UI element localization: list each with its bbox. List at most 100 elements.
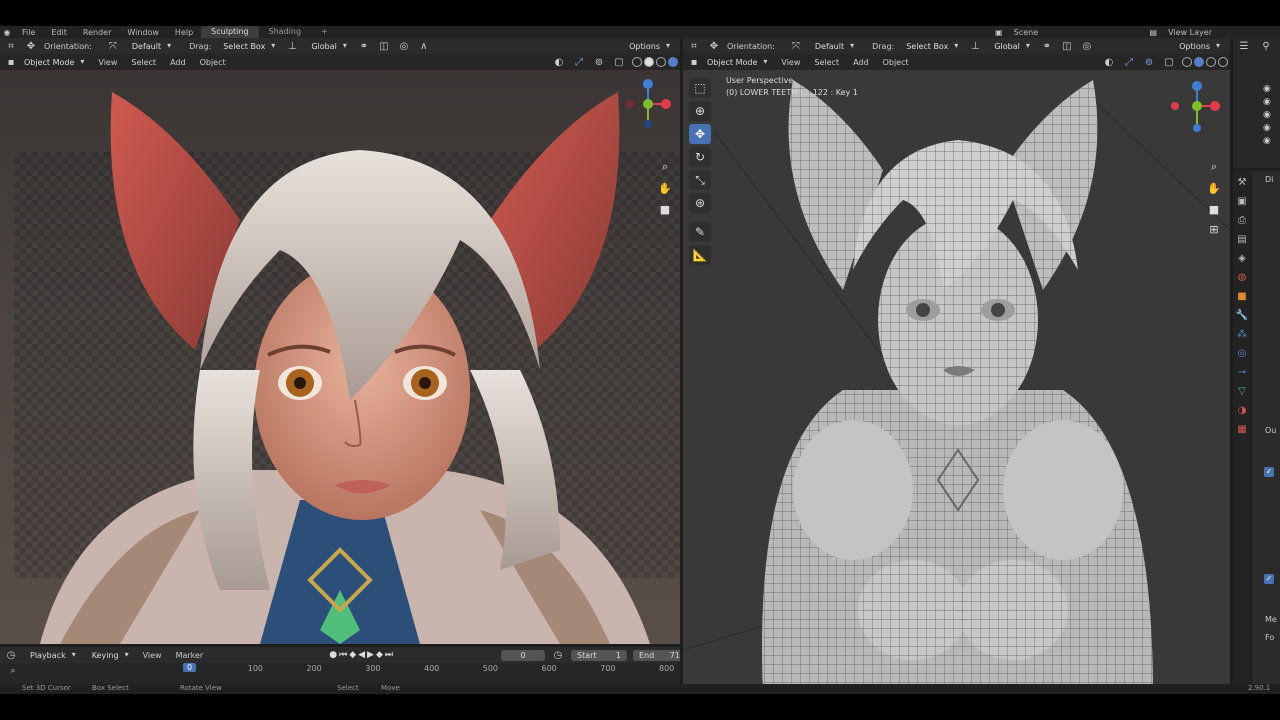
outliner-editor-icon[interactable]: ☰ xyxy=(1237,40,1251,52)
falloff-icon[interactable]: ∧ xyxy=(417,40,431,52)
pan-hand-icon[interactable]: ✋ xyxy=(657,180,673,196)
material-shading-icon[interactable] xyxy=(656,57,666,67)
tool-tab-icon[interactable]: ⚒ xyxy=(1235,175,1249,189)
measure-tool-icon[interactable]: 📐 xyxy=(689,245,711,265)
snap-icon[interactable]: ◫ xyxy=(377,40,391,52)
timeline-search-icon[interactable]: ⌕ xyxy=(6,665,20,677)
navigation-gizmo-left[interactable] xyxy=(618,74,678,134)
orientation-dropdown[interactable]: Default xyxy=(126,41,175,52)
visibility-eye-icon[interactable]: ◉ xyxy=(1263,110,1273,120)
property-checkbox[interactable]: ✓ xyxy=(1264,467,1274,477)
start-frame-field[interactable]: Start 1 xyxy=(570,649,627,661)
wireframe-shading-icon[interactable] xyxy=(632,57,642,67)
blender-logo-icon[interactable]: ◉ xyxy=(0,26,14,38)
solid-shading-icon-right[interactable] xyxy=(1194,57,1204,67)
xray-icon-right[interactable]: ▢ xyxy=(1162,56,1176,68)
timeline-marker-menu[interactable]: Marker xyxy=(172,650,208,661)
drag-dropdown[interactable]: Select Box xyxy=(217,41,279,52)
menu-add[interactable]: Add xyxy=(166,57,190,68)
timeline-view-menu[interactable]: View xyxy=(139,650,166,661)
move-tool-button-icon[interactable]: ✥ xyxy=(689,124,711,144)
record-icon[interactable]: ● xyxy=(329,650,337,660)
grid-view-icon-right[interactable]: ⊞ xyxy=(1206,221,1222,237)
options-dropdown-right[interactable]: Options xyxy=(1173,41,1224,52)
preview-range-icon[interactable]: ◷ xyxy=(551,649,565,661)
orientation-dropdown-right[interactable]: Default xyxy=(809,41,858,52)
solid-shading-icon[interactable] xyxy=(644,57,654,67)
material-shading-icon-right[interactable] xyxy=(1206,57,1216,67)
rendered-shading-icon[interactable] xyxy=(668,57,678,67)
world-tab-icon[interactable]: ◍ xyxy=(1235,270,1249,284)
texture-tab-icon[interactable]: ▦ xyxy=(1235,422,1249,436)
visibility-icon[interactable]: ◐ xyxy=(552,56,566,68)
transform-orientation-dropdown-right[interactable]: Global xyxy=(988,41,1034,52)
object-tab-icon[interactable]: ■ xyxy=(1235,289,1249,303)
scene-tab-icon[interactable]: ◈ xyxy=(1235,251,1249,265)
current-frame-field[interactable]: 0 xyxy=(500,649,545,661)
particles-tab-icon[interactable]: ⁂ xyxy=(1235,327,1249,341)
rendered-shading-icon-right[interactable] xyxy=(1218,57,1228,67)
menu-select-right[interactable]: Select xyxy=(810,57,843,68)
modifier-tab-icon[interactable]: 🔧 xyxy=(1235,308,1249,322)
editor-type-icon[interactable]: ⌗ xyxy=(4,40,18,52)
keying-dropdown[interactable]: Keying xyxy=(86,650,133,661)
camera-view-icon-right[interactable]: ■ xyxy=(1206,201,1222,217)
snap-icon-right[interactable]: ◫ xyxy=(1060,40,1074,52)
menu-view-right[interactable]: View xyxy=(777,57,804,68)
jump-start-icon[interactable]: ⏮ xyxy=(339,650,347,660)
next-keyframe-icon[interactable]: ◆ xyxy=(376,650,383,660)
gizmo-toggle-icon-right[interactable]: ⤢ xyxy=(1122,56,1136,68)
playhead[interactable]: 0 xyxy=(183,663,197,672)
scene-name[interactable]: Scene xyxy=(1006,28,1046,37)
material-tab-icon[interactable]: ◑ xyxy=(1235,403,1249,417)
visibility-eye-icon[interactable]: ◉ xyxy=(1263,123,1273,133)
mode-dropdown-right[interactable]: Object Mode xyxy=(707,57,771,68)
add-workspace-icon[interactable]: + xyxy=(311,26,338,38)
mode-dropdown[interactable]: Object Mode xyxy=(24,57,88,68)
xray-icon[interactable]: ▢ xyxy=(612,56,626,68)
view-layer-name[interactable]: View Layer xyxy=(1160,28,1220,37)
visibility-eye-icon[interactable]: ◉ xyxy=(1263,97,1273,107)
property-checkbox[interactable]: ✓ xyxy=(1264,574,1274,584)
options-dropdown[interactable]: Options xyxy=(623,41,674,52)
menu-object[interactable]: Object xyxy=(196,57,230,68)
data-tab-icon[interactable]: ▽ xyxy=(1235,384,1249,398)
output-tab-icon[interactable]: ⎙ xyxy=(1235,213,1249,227)
menu-edit[interactable]: Edit xyxy=(43,28,75,37)
proportional-editing-icon[interactable]: ◎ xyxy=(397,40,411,52)
menu-file[interactable]: File xyxy=(14,28,43,37)
move-tool-icon-right[interactable]: ✥ xyxy=(707,40,721,52)
editor-type-icon-right[interactable]: ⌗ xyxy=(687,40,701,52)
menu-render[interactable]: Render xyxy=(75,28,119,37)
play-icon[interactable]: ▶ xyxy=(367,650,374,660)
prev-keyframe-icon[interactable]: ◆ xyxy=(349,650,356,660)
zoom-icon-right[interactable]: ⌕ xyxy=(1206,159,1222,175)
view-layer-tab-icon[interactable]: ▤ xyxy=(1235,232,1249,246)
gizmo-toggle-icon[interactable]: ⤢ xyxy=(572,56,586,68)
constraints-tab-icon[interactable]: ⊸ xyxy=(1235,365,1249,379)
menu-add-right[interactable]: Add xyxy=(849,57,873,68)
tab-shading[interactable]: Shading xyxy=(259,26,312,38)
playback-dropdown[interactable]: Playback xyxy=(24,650,80,661)
play-reverse-icon[interactable]: ◀ xyxy=(358,650,365,660)
visibility-eye-icon[interactable]: ◉ xyxy=(1263,136,1273,146)
menu-window[interactable]: Window xyxy=(119,28,167,37)
timeline-editor-icon[interactable]: ◷ xyxy=(4,649,18,661)
menu-object-right[interactable]: Object xyxy=(879,57,913,68)
overlays-icon-right[interactable]: ⊚ xyxy=(1142,56,1156,68)
menu-view[interactable]: View xyxy=(94,57,121,68)
move-tool-icon[interactable]: ✥ xyxy=(24,40,38,52)
annotate-tool-icon[interactable]: ✎ xyxy=(689,222,711,242)
pivot-icon-right[interactable]: ⚭ xyxy=(1040,40,1054,52)
overlays-icon[interactable]: ⊚ xyxy=(592,56,606,68)
rotate-tool-icon[interactable]: ↻ xyxy=(689,147,711,167)
transform-tool-icon[interactable]: ⊛ xyxy=(689,193,711,213)
zoom-icon[interactable]: ⌕ xyxy=(657,159,673,175)
menu-select[interactable]: Select xyxy=(127,57,160,68)
visibility-icon-right[interactable]: ◐ xyxy=(1102,56,1116,68)
pivot-icon[interactable]: ⚭ xyxy=(357,40,371,52)
camera-view-icon[interactable]: ■ xyxy=(657,201,673,217)
cursor-tool-icon[interactable]: ⊕ xyxy=(689,101,711,121)
end-frame-field[interactable]: End 712 xyxy=(632,649,680,661)
proportional-editing-icon-right[interactable]: ◎ xyxy=(1080,40,1094,52)
